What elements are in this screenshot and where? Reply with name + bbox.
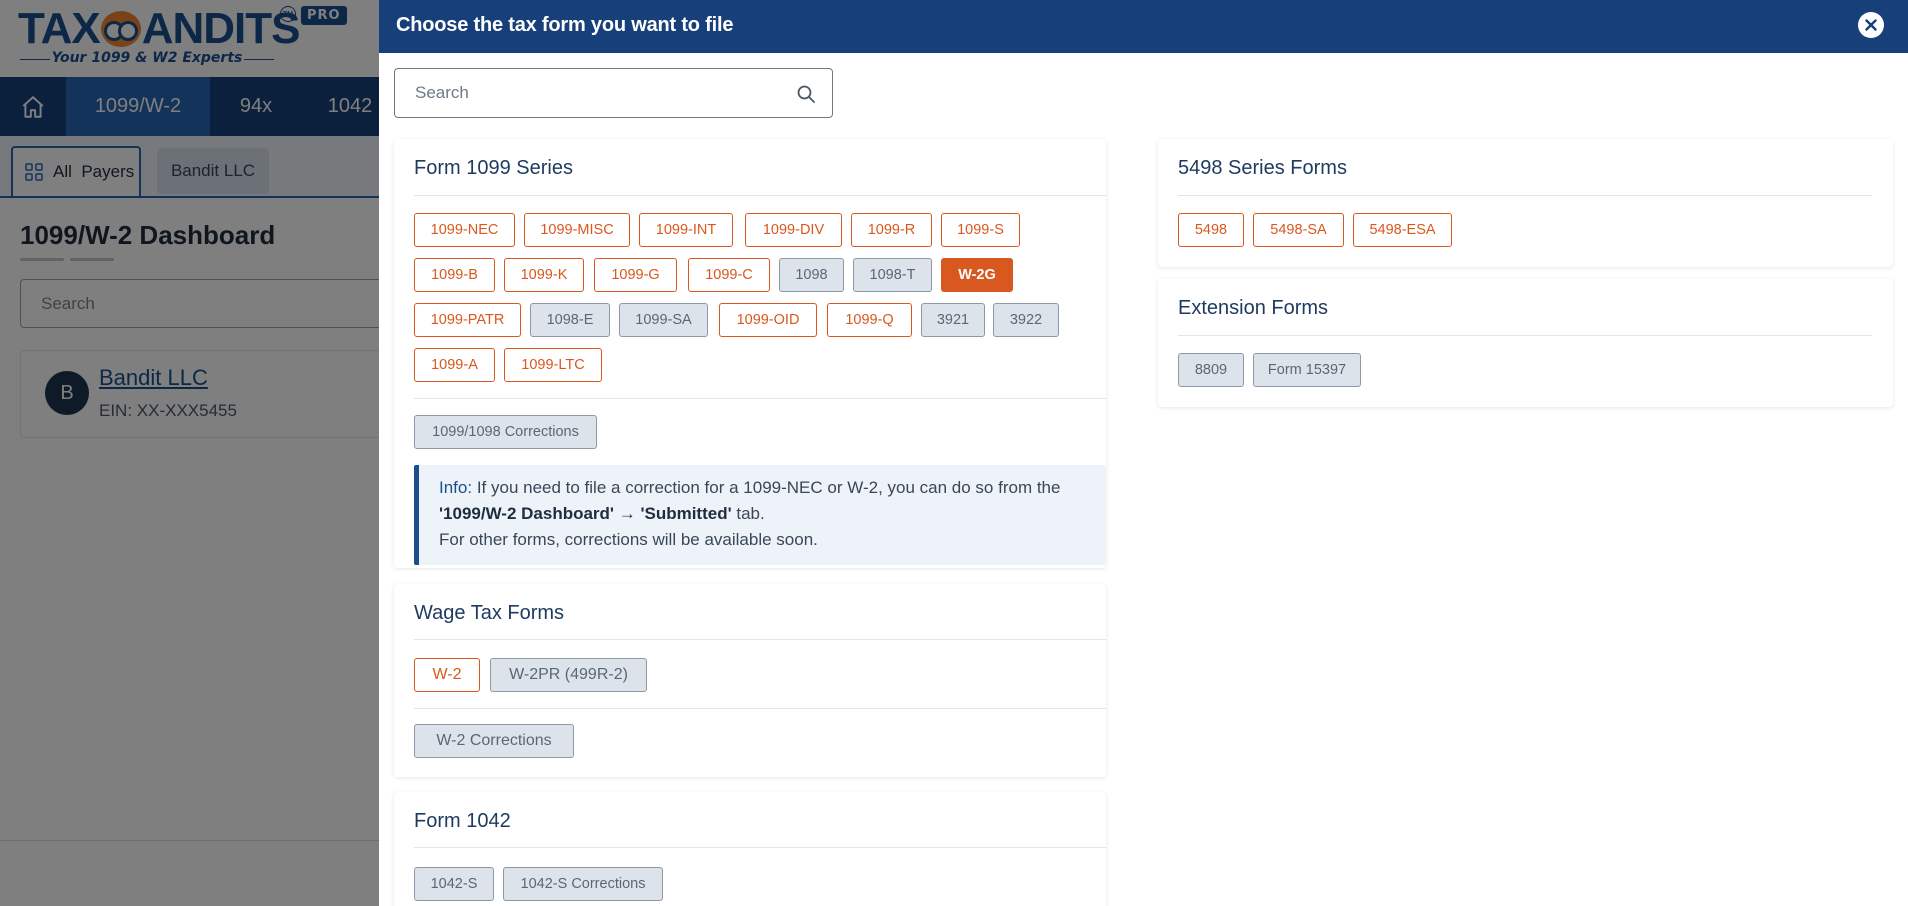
divider [414, 398, 1106, 399]
info-text: If you need to file a correction for a 1… [472, 478, 1061, 497]
form-chip-form-15397[interactable]: Form 15397 [1253, 353, 1361, 387]
form-chip-5498-sa[interactable]: 5498-SA [1253, 213, 1344, 247]
section-title: Form 1099 Series [414, 157, 573, 179]
form-chip-3921[interactable]: 3921 [921, 303, 985, 337]
form-chip-1099-oid[interactable]: 1099-OID [719, 303, 817, 337]
form-chip-1098-t[interactable]: 1098-T [853, 258, 932, 292]
info-label: Info: [439, 478, 473, 497]
form-chip-1099-g[interactable]: 1099-G [594, 258, 677, 292]
corrections-1099-1098-button[interactable]: 1099/1098 Corrections [414, 415, 597, 449]
form-chip-1099-sa[interactable]: 1099-SA [619, 303, 708, 337]
divider [414, 708, 1106, 709]
divider [414, 847, 1106, 848]
info-line-1: Info: If you need to file a correction f… [439, 475, 1106, 501]
info-text: tab. [731, 504, 765, 523]
form-chip-1098-e[interactable]: 1098-E [530, 303, 610, 337]
form-chip-1042-s-corrections[interactable]: 1042-S Corrections [503, 867, 663, 901]
divider [1178, 195, 1872, 196]
info-line-2: '1099/W-2 Dashboard' → 'Submitted' tab. [439, 501, 1106, 527]
form-chip-1099-int[interactable]: 1099-INT [639, 213, 733, 247]
w-2-corrections-button[interactable]: W-2 Corrections [414, 724, 574, 758]
close-button[interactable] [1858, 12, 1884, 38]
form-chip-1099-nec[interactable]: 1099-NEC [414, 213, 515, 247]
info-box: Info: If you need to file a correction f… [414, 465, 1106, 565]
close-icon [1865, 19, 1877, 31]
divider [414, 639, 1106, 640]
form-1099-series-card: Form 1099 Series 1099-NEC 1099-MISC 1099… [394, 139, 1106, 568]
search-icon[interactable] [796, 84, 816, 104]
form-chip-8809[interactable]: 8809 [1178, 353, 1244, 387]
form-search-box [394, 68, 833, 118]
form-chip-5498[interactable]: 5498 [1178, 213, 1244, 247]
form-chip-1099-misc[interactable]: 1099-MISC [524, 213, 630, 247]
form-chip-5498-esa[interactable]: 5498-ESA [1353, 213, 1452, 247]
form-chip-3922[interactable]: 3922 [993, 303, 1059, 337]
section-title: Extension Forms [1178, 297, 1329, 319]
section-title: 5498 Series Forms [1178, 157, 1347, 179]
form-chip-1098[interactable]: 1098 [779, 258, 844, 292]
form-1042-card: Form 1042 1042-S 1042-S Corrections [394, 792, 1106, 906]
form-chip-1099-r[interactable]: 1099-R [851, 213, 932, 247]
divider [1178, 335, 1872, 336]
form-chip-1099-ltc[interactable]: 1099-LTC [504, 348, 602, 382]
form-chip-1042-s[interactable]: 1042-S [414, 867, 494, 901]
5498-series-card: 5498 Series Forms 5498 5498-SA 5498-ESA [1158, 139, 1893, 267]
form-chip-1099-patr[interactable]: 1099-PATR [414, 303, 521, 337]
arrow-right-icon: → [618, 504, 636, 523]
form-chip-1099-div[interactable]: 1099-DIV [745, 213, 842, 247]
form-chip-1099-k[interactable]: 1099-K [504, 258, 584, 292]
form-chip-w-2pr[interactable]: W-2PR (499R-2) [490, 658, 647, 692]
form-chip-1099-s[interactable]: 1099-S [941, 213, 1020, 247]
extension-forms-card: Extension Forms 8809 Form 15397 [1158, 279, 1893, 407]
form-chip-w-2g[interactable]: W-2G [941, 258, 1013, 292]
drawer-title: Choose the tax form you want to file [396, 14, 734, 36]
form-chip-1099-a[interactable]: 1099-A [414, 348, 495, 382]
form-search-input[interactable] [415, 69, 775, 117]
drawer-header: Choose the tax form you want to file [379, 0, 1908, 53]
info-submitted-ref: 'Submitted' [640, 504, 732, 523]
section-title: Form 1042 [414, 810, 511, 832]
section-title: Wage Tax Forms [414, 602, 565, 624]
wage-tax-forms-card: Wage Tax Forms W-2 W-2PR (499R-2) W-2 Co… [394, 584, 1106, 777]
divider [414, 195, 1106, 196]
form-chip-1099-q[interactable]: 1099-Q [827, 303, 912, 337]
form-selection-drawer: Choose the tax form you want to file For… [379, 0, 1908, 906]
info-line-3: For other forms, corrections will be ava… [439, 530, 818, 549]
form-chip-1099-c[interactable]: 1099-C [688, 258, 770, 292]
form-chip-1099-b[interactable]: 1099-B [414, 258, 495, 292]
form-chip-w-2[interactable]: W-2 [414, 658, 480, 692]
info-dashboard-ref: '1099/W-2 Dashboard' [439, 504, 614, 523]
